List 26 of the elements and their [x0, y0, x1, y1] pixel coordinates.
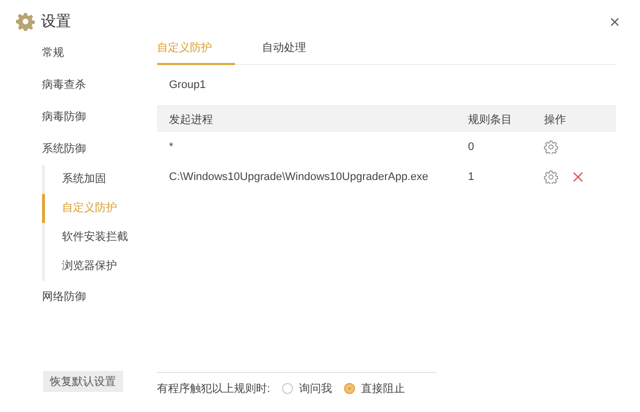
- column-header: 发起进程: [169, 112, 214, 126]
- tab[interactable]: 自动处理: [262, 40, 340, 65]
- sidebar-subitem[interactable]: 浏览器保护: [42, 252, 150, 281]
- sidebar-subitem[interactable]: 软件安装拦截: [42, 223, 150, 252]
- window-title: 设置: [41, 12, 71, 31]
- sidebar-item[interactable]: 常规: [16, 37, 150, 69]
- table-cell-text: 0: [468, 141, 476, 153]
- close-button[interactable]: ×: [609, 12, 620, 33]
- column-header: 操作: [544, 112, 567, 126]
- radio-option[interactable]: 直接阻止: [344, 381, 406, 396]
- reset-button[interactable]: 恢复默认设置: [43, 371, 123, 392]
- sidebar-item[interactable]: 系统防御: [16, 133, 150, 165]
- settings-icon[interactable]: [544, 170, 558, 184]
- delete-icon[interactable]: [572, 171, 584, 183]
- sidebar-item[interactable]: 网络防御: [16, 281, 150, 313]
- sidebar-item[interactable]: 病毒防御: [16, 101, 150, 133]
- column-header: 规则条目: [468, 112, 513, 126]
- sidebar-subitem[interactable]: 系统加固: [42, 165, 150, 194]
- table-cell-text: 1: [468, 171, 476, 183]
- rule-label: 有程序触犯以上规则时:: [157, 382, 270, 396]
- table-cell-text: *: [169, 141, 174, 153]
- radio-option[interactable]: 询问我: [282, 381, 332, 396]
- settings-icon[interactable]: [544, 140, 558, 154]
- gear-icon: [16, 12, 35, 31]
- table-cell-text: C:\Windows10Upgrade\Windows10UpgraderApp.exe: [169, 171, 430, 183]
- sidebar-item[interactable]: 病毒查杀: [16, 69, 150, 101]
